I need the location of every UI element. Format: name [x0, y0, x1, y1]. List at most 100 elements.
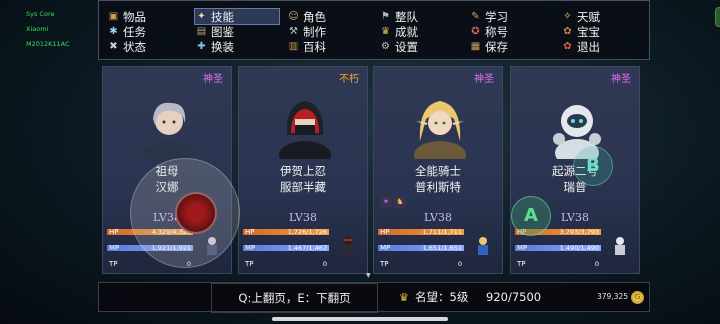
mp-bar: MP 1,490/1,490: [515, 243, 601, 253]
menu-item-label: 保存: [485, 39, 508, 54]
character-name: 服部半藏: [280, 180, 326, 194]
menu-item[interactable]: ⚒ 制作: [287, 24, 326, 39]
title-icon: ✪: [471, 26, 480, 37]
level-label: LV38: [289, 211, 317, 224]
menu-item[interactable]: ✦ 技能: [194, 8, 280, 25]
menu-item-label: 天赋: [577, 9, 600, 24]
page-hint: Q:上翻页，E：下翻页: [238, 291, 351, 305]
system-line: M2012K11AC: [26, 40, 70, 48]
tp-label: TP: [380, 260, 389, 268]
buff-icon-1: ✶: [380, 196, 392, 208]
bag-icon: ▣: [108, 11, 119, 22]
tp-value: 0: [457, 260, 462, 268]
menu-item[interactable]: ⚑ 整队: [379, 9, 418, 24]
system-overlay: Sys Core Xiaomi M2012K11AC: [26, 7, 86, 52]
menu-item-label: 任务: [123, 24, 146, 39]
page-hint-box: Q:上翻页，E：下翻页: [211, 283, 378, 313]
menu-item-label: 换装: [211, 39, 234, 54]
mp-bar: MP 1,467/1,467: [243, 243, 329, 253]
rank-label: 不朽: [339, 74, 359, 85]
character-title: 全能骑士: [415, 164, 461, 178]
tp-bar: TP 0: [243, 259, 329, 269]
character-title: 伊贺上忍: [280, 164, 326, 178]
status-icons: ✶ ♞: [380, 196, 406, 208]
talent-icon: ✧: [563, 11, 572, 22]
a-button[interactable]: A: [511, 196, 551, 236]
tp-bar-track: [515, 261, 601, 267]
craft-icon: ⚒: [289, 26, 298, 37]
menu-item[interactable]: ✖ 状态: [107, 39, 146, 54]
character-name: 普利斯特: [415, 180, 461, 194]
pet-icon: ✿: [563, 26, 572, 37]
menu-item[interactable]: ☺ 角色: [287, 9, 326, 24]
character-portrait: [141, 95, 197, 169]
gold-amount: 379,325: [597, 292, 629, 301]
tp-bar-track: [378, 261, 464, 267]
scroll-down-icon: ▼: [366, 272, 371, 279]
system-line: Sys Core: [26, 10, 55, 18]
menu-item-label: 百科: [303, 39, 326, 54]
skill-icon: ✦: [197, 11, 206, 22]
menu-item[interactable]: ✿ 退出: [561, 39, 600, 54]
hp-value: 1,726/1,726: [287, 228, 327, 236]
tp-label: TP: [109, 260, 118, 268]
menu-item-label: 宝宝: [577, 24, 600, 39]
rank-label: 神圣: [474, 74, 494, 85]
mp-label: MP: [380, 244, 391, 252]
menu-item-label: 角色: [303, 9, 326, 24]
party-member-card[interactable]: 不朽 伊贺上忍 服部半藏 LV38 HP 1,726/1,726 MP 1,467/1,467…: [238, 66, 368, 274]
bottom-bar: Q:上翻页，E：下翻页 ♛ 名望：5级 920/7500 379,325 G: [98, 282, 650, 313]
menu-item[interactable]: ✚ 换装: [195, 39, 234, 54]
menu-item-label: 制作: [303, 24, 326, 39]
menu-item-label: 退出: [577, 39, 600, 54]
party-member-card[interactable]: 神圣全能骑士普利斯特 ✶ ♞ LV38 HP 1,711/1,711 MP 1,651/1,6…: [373, 66, 503, 274]
menu-item[interactable]: ▥ 百科: [287, 39, 326, 54]
menu-item[interactable]: ▣ 物品: [107, 9, 146, 24]
home-indicator[interactable]: [272, 317, 448, 321]
exit-icon: ✿: [563, 41, 572, 52]
encyclopedia-icon: ▥: [288, 41, 299, 52]
menu-item[interactable]: ♛ 成就: [379, 24, 418, 39]
reputation-text: 名望：5级: [415, 290, 469, 304]
character-portrait: [412, 95, 468, 169]
achievement-icon: ♛: [381, 26, 390, 37]
menu-item[interactable]: ⚙ 设置: [379, 39, 418, 54]
menu-item[interactable]: ✱ 任务: [107, 24, 146, 39]
game-badge[interactable]: Game: [715, 7, 720, 27]
codex-icon: ▤: [196, 26, 207, 37]
character-portrait: [277, 95, 333, 169]
menu-item-label: 状态: [123, 39, 146, 54]
menu-item[interactable]: ▤ 图鉴: [195, 24, 234, 39]
joystick-knob[interactable]: [175, 192, 217, 234]
menu-item-label: 成就: [395, 24, 418, 39]
main-menu: ▣ 物品 ✦ 技能 ☺ 角色 ⚑ 整队 ✎ 学习 ✧ 天赋 ✱ 任务 ▤ 图鉴 ⚒ 制作 ♛ 成就 ✪ 称号 ✿ 宝宝 ✖ 状态 ✚…: [98, 0, 720, 60]
mp-label: MP: [109, 244, 120, 252]
menu-item-label: 物品: [123, 9, 146, 24]
b-button[interactable]: B: [573, 146, 613, 186]
menu-item[interactable]: ✎ 学习: [469, 9, 508, 24]
menu-item[interactable]: ✧ 天赋: [561, 9, 600, 24]
menu-item-label: 学习: [485, 9, 508, 24]
menu-item[interactable]: ▦ 保存: [469, 39, 508, 54]
level-label: LV38: [424, 211, 452, 224]
crown-icon: ♛: [399, 291, 409, 304]
character-icon: ☺: [288, 11, 299, 22]
menu-item[interactable]: ✿ 宝宝: [561, 24, 600, 39]
hp-label: HP: [109, 228, 119, 236]
character-name: 瑞普: [563, 180, 587, 194]
system-line: Xiaomi: [26, 25, 49, 33]
equip-icon: ✚: [197, 41, 206, 52]
tp-value: 0: [594, 260, 599, 268]
tp-label: TP: [517, 260, 526, 268]
hp-value: 1,711/1,711: [422, 228, 462, 236]
settings-icon: ⚙: [381, 41, 390, 52]
hp-bar: HP 1,711/1,711: [378, 227, 464, 237]
mp-value: 1,467/1,467: [287, 244, 327, 252]
mp-value: 1,651/1,651: [422, 244, 462, 252]
reputation-progress: 920/7500: [486, 290, 542, 304]
menu-item[interactable]: ✪ 称号: [469, 24, 508, 39]
mp-label: MP: [517, 244, 528, 252]
rank-label: 神圣: [611, 74, 631, 85]
gold-coin-icon: G: [631, 290, 645, 304]
menu-item-label: 技能: [211, 9, 234, 24]
